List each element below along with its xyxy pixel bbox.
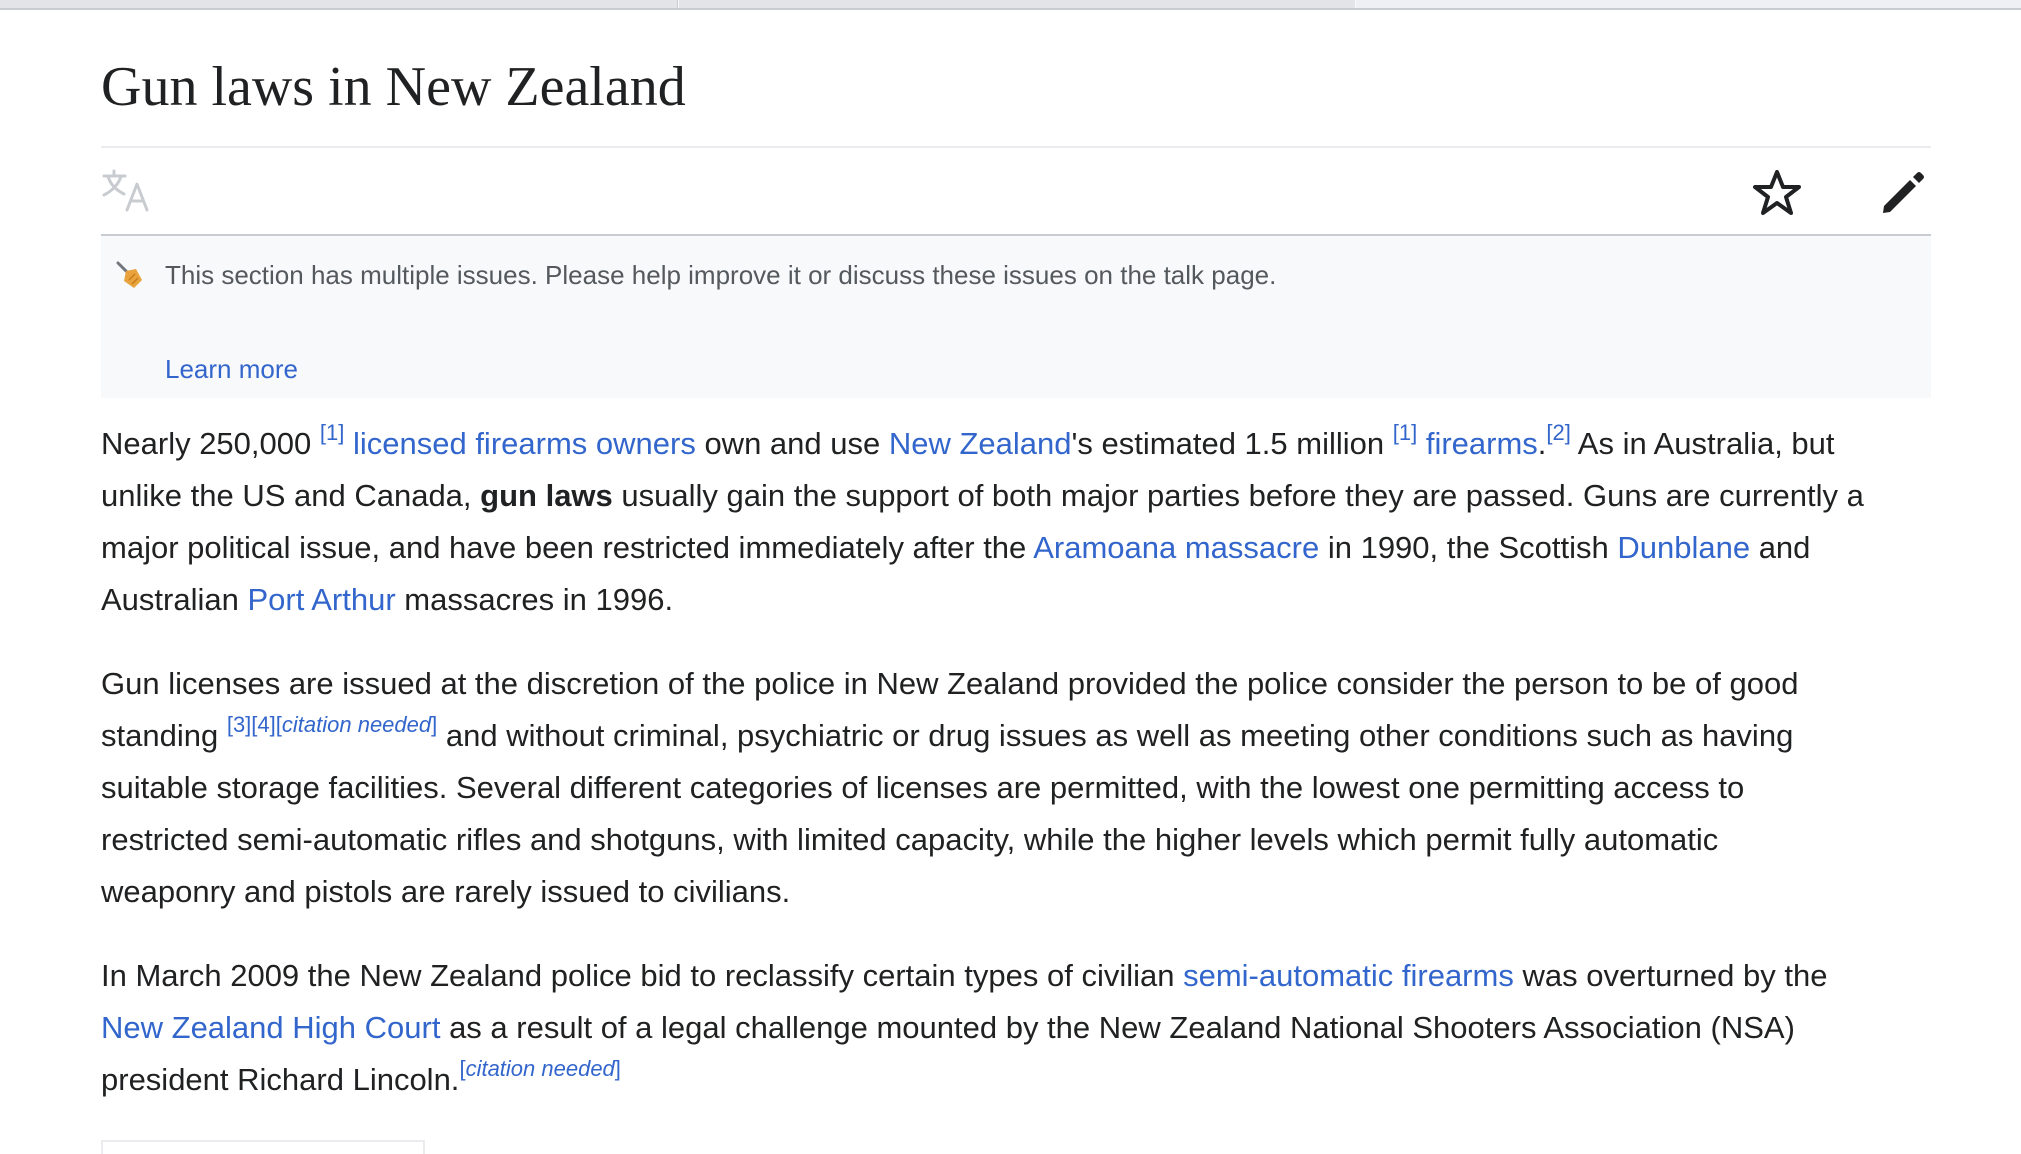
text-run: weaponry and pistols are rarely issued t… [101,874,791,909]
citation-ref[interactable]: [1] [1393,420,1417,445]
text-run: usually gain the support of both major p… [612,478,1864,513]
bold-term: gun laws [480,478,613,513]
text-run: In March 2009 the New Zealand police bid… [101,958,1184,993]
text-run: Australian [101,582,248,617]
citation-needed-text: citation needed [465,1056,615,1081]
text-run: and [1750,530,1811,565]
pencil-icon[interactable] [1880,170,1926,216]
citation-needed-close: ] [614,1056,621,1081]
text-run: as a result of a legal challenge mounted… [440,1010,1795,1045]
citation-needed-link[interactable]: citation needed [282,712,431,737]
text-run: major political issue, and have been res… [101,530,1034,565]
text-run: in 1990, the Scottish [1319,530,1618,565]
link-port-arthur[interactable]: Port Arthur [247,582,395,617]
page-title: Gun laws in New Zealand [101,56,686,118]
text-run: was overturned by the [1513,958,1828,993]
citation-ref-link[interactable]: [1] [320,420,344,445]
citation-needed-text: citation needed [281,712,432,737]
text-run: restricted semi-automatic rifles and sho… [101,822,1719,857]
link-semi-automatic-firearms[interactable]: semi-automatic firearms [1183,958,1514,993]
broom-icon [116,261,142,288]
citation-ref[interactable]: [3][4][citation needed] [227,712,437,737]
link-aramoana-massacre[interactable]: Aramoana massacre [1033,530,1319,565]
tab-strip-segment [0,0,678,8]
link-new-zealand-high-court[interactable]: New Zealand High Court [101,1010,440,1045]
text-run: and without criminal, psychiatric or dru… [437,718,1794,753]
text-run: Nearly 250,000 [101,426,320,461]
text-run: suitable storage facilities. Several dif… [101,770,1745,805]
text-run: 's estimated 1.5 million [1071,426,1393,461]
link-licensed-firearms-owners[interactable]: licensed firearms owners [353,426,696,461]
tab-strip-segment [679,0,1355,8]
title-divider [101,146,1931,148]
notice-text: This section has multiple issues. Please… [165,260,1277,290]
link-dunblane[interactable]: Dunblane [1617,530,1750,565]
link-firearms[interactable]: firearms [1426,426,1538,461]
text-run: own and use [695,426,889,461]
text-run: unlike the US and Canada, [101,478,481,513]
citation-ref-link[interactable]: [1] [1393,420,1417,445]
citation-ref-link[interactable]: [4] [251,712,275,737]
paragraph-2: Gun licenses are issued at the discretio… [101,658,1931,918]
citation-needed-link[interactable]: citation needed [466,1056,615,1081]
browser-top-strip [0,0,2021,10]
issues-notice-box: This section has multiple issues. Please… [101,236,1931,398]
text-run: massacres in 1996. [395,582,674,617]
text-run: standing [101,718,227,753]
tab-strip-border [0,8,2021,10]
citation-ref[interactable]: [2] [1546,420,1570,445]
translate-icon[interactable] [101,168,153,214]
paragraph-3: In March 2009 the New Zealand police bid… [101,950,1931,1106]
citation-ref-link[interactable]: [3] [227,712,251,737]
text-run: Gun licenses are issued at the discretio… [101,666,1799,701]
citation-ref[interactable]: [citation needed] [459,1056,620,1081]
tab-strip-segment [1356,0,2021,8]
citation-ref-link[interactable]: [2] [1546,420,1570,445]
paragraph-1: Nearly 250,000 [1] licensed firearms own… [101,418,1931,626]
article-body: Nearly 250,000 [1] licensed firearms own… [101,418,1931,1138]
learn-more-link[interactable]: Learn more [165,348,298,390]
star-icon[interactable] [1752,168,1802,218]
citation-ref[interactable]: [1] [320,420,344,445]
text-run: president Richard Lincoln. [101,1062,460,1097]
link-new-zealand[interactable]: New Zealand [889,426,1072,461]
text-run: As in Australia, but [1570,426,1835,461]
